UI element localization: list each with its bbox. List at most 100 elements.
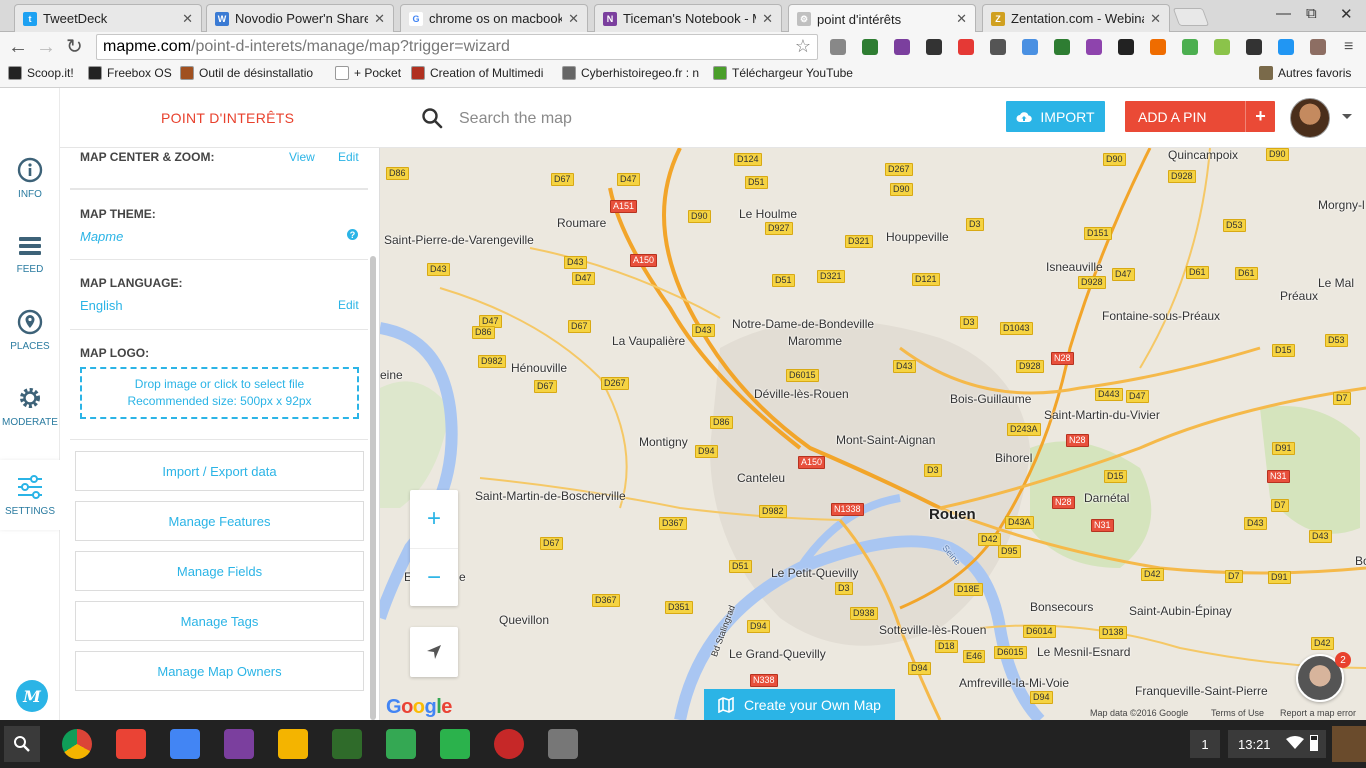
address-bar[interactable]: mapme.com/point-d-interets/manage/map?tr…: [96, 34, 818, 60]
extension-icon[interactable]: [1086, 39, 1102, 55]
rail-item-settings[interactable]: SETTINGS: [0, 460, 60, 530]
extension-icon[interactable]: [1310, 39, 1326, 55]
settings-icon[interactable]: [548, 729, 578, 759]
bookmark-item[interactable]: Outil de désinstallatio: [180, 66, 313, 80]
bookmark-item[interactable]: + Pocket: [335, 66, 401, 80]
road-label: D43: [1309, 530, 1332, 543]
tab-close-icon[interactable]: ✕: [956, 11, 967, 27]
manage-features-button[interactable]: Manage Features: [75, 501, 364, 541]
browser-tab[interactable]: W Novodio Power'n Share - E ✕: [206, 4, 394, 32]
manage-tags-button[interactable]: Manage Tags: [75, 601, 364, 641]
map-icon: [718, 696, 734, 713]
panel-scrollbar[interactable]: [370, 256, 376, 720]
browser-tab[interactable]: t TweetDeck ✕: [14, 4, 202, 32]
mapme-logo[interactable]: M: [16, 680, 48, 712]
bookmark-item[interactable]: Freebox OS: [88, 66, 172, 80]
docs-icon[interactable]: [170, 729, 200, 759]
view-link[interactable]: View: [289, 150, 315, 164]
locate-button[interactable]: [410, 627, 458, 677]
rail-item-moderate[interactable]: MODERATE: [0, 371, 60, 441]
extension-icon[interactable]: [1118, 39, 1134, 55]
terms-link[interactable]: Terms of Use: [1211, 708, 1264, 718]
logo-dropzone[interactable]: Drop image or click to select file Recom…: [80, 367, 359, 419]
search-input[interactable]: [459, 107, 859, 131]
help-icon[interactable]: ?: [347, 229, 358, 240]
zoom-in-button[interactable]: +: [410, 490, 458, 548]
rail-item-feed[interactable]: FEED: [0, 219, 60, 289]
minimize-icon[interactable]: —: [1276, 5, 1291, 22]
extension-icon[interactable]: [894, 39, 910, 55]
road-label: D53: [1325, 334, 1348, 347]
extension-icon[interactable]: [1246, 39, 1262, 55]
photos-icon[interactable]: [494, 729, 524, 759]
settings-panel: MAP CENTER & ZOOM: View Edit MAP THEME: …: [60, 148, 380, 720]
chevron-down-icon[interactable]: [1342, 114, 1352, 119]
tab-favicon-icon: ⚙: [797, 12, 811, 26]
road-label: D928: [1168, 170, 1196, 183]
bookmark-item[interactable]: Scoop.it!: [8, 66, 74, 80]
onenote-icon[interactable]: [224, 729, 254, 759]
rail-item-places[interactable]: PLACES: [0, 295, 60, 365]
feedly-icon[interactable]: [440, 729, 470, 759]
create-map-button[interactable]: Create your Own Map: [704, 689, 895, 720]
extension-icon[interactable]: [1150, 39, 1166, 55]
tab-close-icon[interactable]: ✕: [568, 11, 579, 27]
edit-link[interactable]: Edit: [338, 298, 359, 312]
back-icon[interactable]: ←: [8, 36, 28, 58]
extension-icon[interactable]: [830, 39, 846, 55]
browser-tab[interactable]: N Ticeman's Notebook - Mic ✕: [594, 4, 782, 32]
status-area[interactable]: 13:21: [1228, 730, 1326, 758]
reload-icon[interactable]: ↻: [66, 36, 83, 58]
maximize-icon[interactable]: ⧉: [1306, 5, 1317, 22]
extension-icon[interactable]: [1214, 39, 1230, 55]
map-canvas[interactable]: Quincampoix Morgny-l Roumare Le Houlme H…: [380, 148, 1366, 720]
tab-close-icon[interactable]: ✕: [374, 11, 385, 27]
bookmark-item[interactable]: Téléchargeur YouTube: [713, 66, 853, 80]
tab-close-icon[interactable]: ✕: [762, 11, 773, 27]
browser-tab[interactable]: Z Zentation.com - Webinar s ✕: [982, 4, 1170, 32]
import-export-button[interactable]: Import / Export data: [75, 451, 364, 491]
extension-icon[interactable]: [1022, 39, 1038, 55]
tab-close-icon[interactable]: ✕: [182, 11, 193, 27]
extension-icon[interactable]: [990, 39, 1006, 55]
other-bookmarks[interactable]: Autres favoris: [1259, 66, 1351, 80]
extension-icon[interactable]: [862, 39, 878, 55]
bookmark-item[interactable]: Cyberhistoiregeo.fr : n: [562, 66, 699, 80]
browser-tab[interactable]: Gchrome os on macbook - G ✕: [400, 4, 588, 32]
bookmark-star-icon[interactable]: ☆: [795, 36, 811, 57]
search-icon[interactable]: [421, 107, 443, 129]
zoom-out-button[interactable]: −: [410, 548, 458, 606]
extension-icon[interactable]: [1278, 39, 1294, 55]
window-count[interactable]: 1: [1190, 730, 1220, 758]
rail-item-info[interactable]: INFO: [0, 143, 60, 213]
road-label: D67: [534, 380, 557, 393]
tab-close-icon[interactable]: ✕: [1150, 11, 1161, 27]
chrome-icon[interactable]: [62, 729, 92, 759]
bookmark-item[interactable]: Creation of Multimedi: [411, 66, 543, 80]
extension-icon[interactable]: [926, 39, 942, 55]
drive-icon[interactable]: [386, 729, 416, 759]
new-tab-button[interactable]: [1172, 8, 1210, 26]
section-title: MAP LOGO:: [80, 346, 150, 360]
slides-icon[interactable]: [278, 729, 308, 759]
stocks-icon[interactable]: [332, 729, 362, 759]
browser-tab[interactable]: ⚙ point d'intérêts ✕: [788, 4, 976, 33]
road-label: N31: [1267, 470, 1290, 483]
extension-icon[interactable]: [958, 39, 974, 55]
avatar[interactable]: [1290, 98, 1330, 138]
extension-icon[interactable]: [1054, 39, 1070, 55]
gmail-icon[interactable]: [116, 729, 146, 759]
road-label: D928: [1078, 276, 1106, 289]
edit-link[interactable]: Edit: [338, 150, 359, 164]
browser-menu-icon[interactable]: ≡: [1344, 36, 1353, 58]
user-avatar[interactable]: [1332, 726, 1366, 762]
launcher-button[interactable]: [4, 726, 40, 762]
report-error-link[interactable]: Report a map error: [1280, 708, 1356, 718]
forward-icon[interactable]: →: [36, 36, 56, 58]
extension-icon[interactable]: [1182, 39, 1198, 55]
manage-map-owners-button[interactable]: Manage Map Owners: [75, 651, 364, 691]
manage-fields-button[interactable]: Manage Fields: [75, 551, 364, 591]
close-window-icon[interactable]: ✕: [1340, 5, 1353, 23]
add-pin-button[interactable]: ADD A PIN +: [1125, 101, 1275, 132]
import-button[interactable]: IMPORT: [1006, 101, 1105, 132]
